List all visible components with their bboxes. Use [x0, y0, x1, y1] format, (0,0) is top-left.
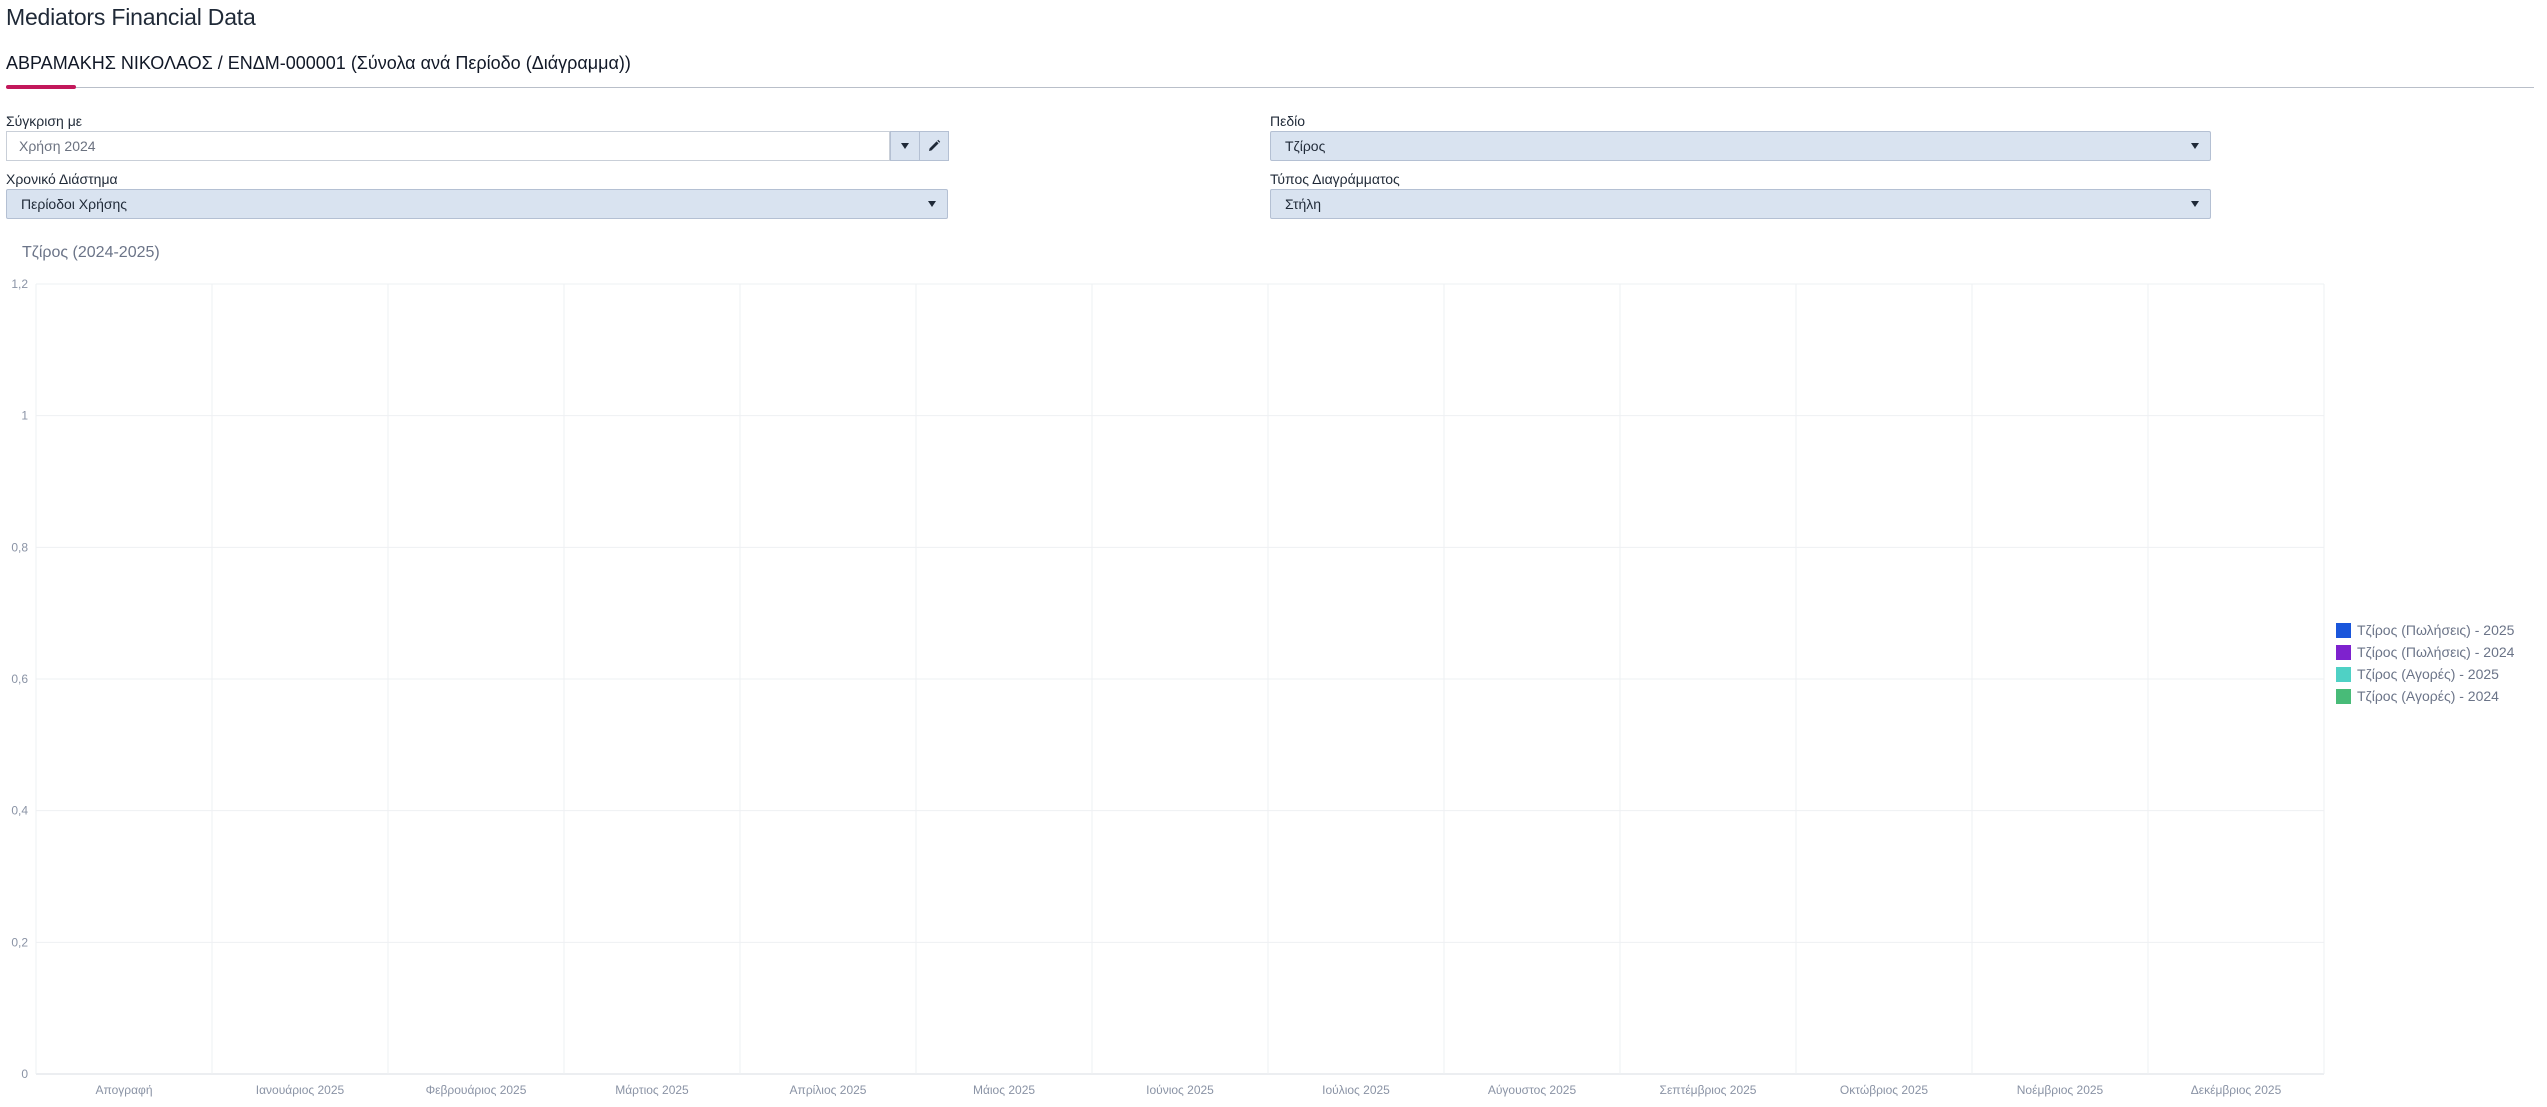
caret-down-icon [928, 201, 936, 207]
chart-title: Τζίρος (2024-2025) [22, 244, 160, 261]
y-tick-label: 1 [21, 409, 28, 423]
compare-lookup: Χρήση 2024 [6, 131, 949, 161]
caret-down-icon [2191, 201, 2199, 207]
y-tick-label: 0,2 [11, 935, 28, 949]
caret-down-icon [2191, 143, 2199, 149]
chart-type-label: Τύπος Διαγράμματος [1270, 171, 1400, 187]
legend-swatch [2336, 666, 2351, 682]
x-tick-label: Αύγουστος 2025 [1488, 1083, 1577, 1097]
legend-swatch [2336, 622, 2351, 638]
x-tick-label: Δεκέμβριος 2025 [2191, 1083, 2282, 1097]
legend-item[interactable]: Τζίρος (Αγορές) - 2024 [2336, 685, 2514, 707]
x-tick-label: Ιούλιος 2025 [1322, 1083, 1390, 1097]
y-tick-label: 0,4 [11, 804, 28, 818]
compare-edit-button[interactable] [919, 131, 949, 161]
x-tick-label: Απογραφή [95, 1083, 152, 1097]
compare-label: Σύγκριση με [6, 113, 83, 129]
legend-label: Τζίρος (Αγορές) - 2025 [2357, 666, 2499, 682]
y-tick-label: 0,8 [11, 540, 28, 554]
x-tick-label: Απρίλιος 2025 [790, 1083, 867, 1097]
x-tick-label: Ιούνιος 2025 [1146, 1083, 1214, 1097]
legend-label: Τζίρος (Πωλήσεις) - 2024 [2357, 644, 2515, 660]
x-tick-label: Σεπτέμβριος 2025 [1660, 1083, 1757, 1097]
app-title: Mediators Financial Data [6, 4, 256, 30]
compare-dropdown-button[interactable] [890, 131, 920, 161]
period-label: Χρονικό Διάστημα [6, 171, 118, 187]
legend-label: Τζίρος (Πωλήσεις) - 2025 [2357, 622, 2515, 638]
period-select-value: Περίοδοι Χρήσης [21, 196, 128, 212]
caret-down-icon [901, 143, 909, 149]
tab-title[interactable]: ΑΒΡΑΜΑΚΗΣ ΝΙΚΟΛΑΟΣ / ΕΝΔΜ-000001 (Σύνολα… [6, 53, 631, 74]
pencil-icon [929, 139, 941, 151]
x-tick-label: Μάιος 2025 [973, 1083, 1035, 1097]
field-select[interactable]: Τζίρος [1270, 131, 2211, 161]
legend-swatch [2336, 688, 2351, 704]
x-tick-label: Νοέμβριος 2025 [2017, 1083, 2104, 1097]
compare-input[interactable]: Χρήση 2024 [6, 131, 890, 161]
y-tick-label: 1,2 [11, 277, 28, 291]
x-tick-label: Φεβρουάριος 2025 [426, 1083, 527, 1097]
x-tick-label: Μάρτιος 2025 [615, 1083, 689, 1097]
field-select-value: Τζίρος [1285, 138, 1326, 154]
x-tick-label: Οκτώβριος 2025 [1840, 1083, 1928, 1097]
y-tick-label: 0,6 [11, 672, 28, 686]
chart-legend: Τζίρος (Πωλήσεις) - 2025 Τζίρος (Πωλήσεις… [2336, 619, 2514, 707]
field-label: Πεδίο [1270, 113, 1306, 129]
legend-label: Τζίρος (Αγορές) - 2024 [2357, 688, 2499, 704]
active-tab-indicator [6, 85, 76, 89]
chart-plot: 0 0,2 0,4 0,6 0,8 1 1,2 Απογραφή Ιανουάριος 2025… [11, 277, 2325, 1097]
tab-divider [6, 87, 2534, 88]
x-tick-label: Ιανουάριος 2025 [256, 1083, 345, 1097]
chart-type-select[interactable]: Στήλη [1270, 189, 2211, 219]
legend-swatch [2336, 644, 2351, 660]
chart-type-select-value: Στήλη [1285, 196, 1322, 212]
legend-item[interactable]: Τζίρος (Πωλήσεις) - 2024 [2336, 641, 2514, 663]
y-tick-label: 0 [21, 1067, 28, 1081]
period-select[interactable]: Περίοδοι Χρήσης [6, 189, 948, 219]
legend-item[interactable]: Τζίρος (Αγορές) - 2025 [2336, 663, 2514, 685]
legend-item[interactable]: Τζίρος (Πωλήσεις) - 2025 [2336, 619, 2514, 641]
